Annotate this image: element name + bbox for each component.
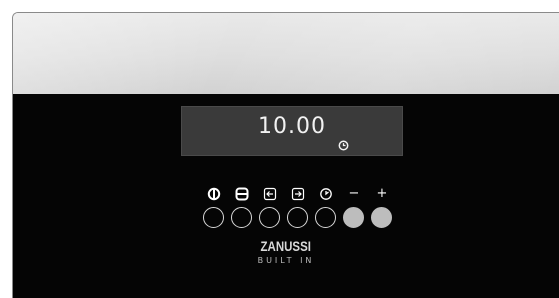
oven-control-unit: 10.00 − + ZANUSSI BUILT IN: [12, 12, 559, 298]
brand-logo: ZANUSSI BUILT IN: [13, 236, 559, 267]
brand-subtitle: BUILT IN: [257, 256, 315, 265]
power-button[interactable]: [203, 207, 224, 228]
function-button[interactable]: [231, 207, 252, 228]
function-menu-icon: [235, 187, 249, 201]
minus-icon: −: [348, 186, 360, 201]
glass-fascia: [13, 13, 559, 94]
lcd-display: 10.00: [181, 106, 403, 156]
control-panel: 10.00 − + ZANUSSI BUILT IN: [13, 94, 559, 298]
arrow-left-box-icon: [263, 187, 277, 201]
plus-button[interactable]: [371, 207, 392, 228]
timer-icon: [320, 188, 332, 200]
brand-name: ZANUSSI: [260, 238, 312, 254]
plus-icon: +: [376, 186, 388, 201]
clock-icon: [338, 140, 349, 151]
display-time: 10.00: [258, 114, 326, 139]
arrow-right-box-icon: [291, 187, 305, 201]
power-icon: [207, 187, 221, 201]
left-button[interactable]: [259, 207, 280, 228]
minus-button[interactable]: [343, 207, 364, 228]
right-button[interactable]: [287, 207, 308, 228]
timer-button[interactable]: [315, 207, 336, 228]
